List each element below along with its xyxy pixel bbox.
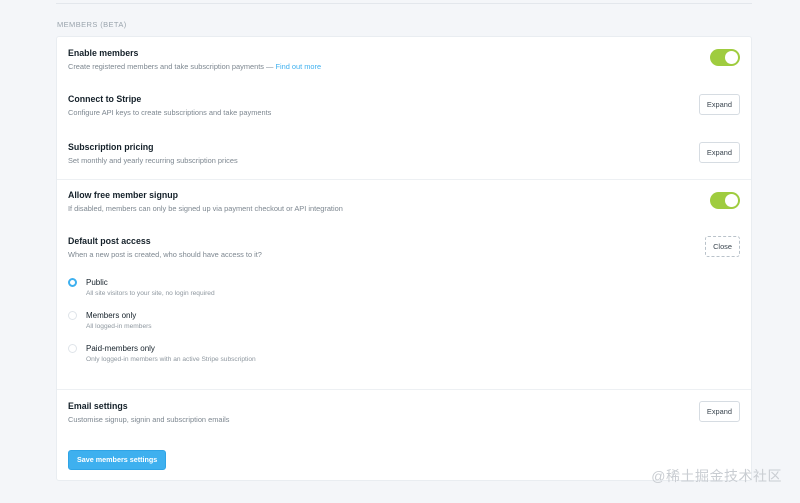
enable-members-toggle[interactable] xyxy=(710,49,740,66)
email-settings-desc: Customise signup, signin and subscriptio… xyxy=(68,415,230,424)
enable-members-row: Enable members Create registered members… xyxy=(68,48,740,71)
save-members-settings-button[interactable]: Save members settings xyxy=(68,450,167,470)
radio-label-members-only: Members only xyxy=(86,311,137,320)
default-post-access-title: Default post access xyxy=(68,236,151,246)
free-signup-title: Allow free member signup xyxy=(68,190,178,200)
free-signup-row: Allow free member signup If disabled, me… xyxy=(68,190,740,213)
pricing-expand-button[interactable]: Expand xyxy=(698,142,740,163)
radio-button-members-only[interactable] xyxy=(68,311,77,320)
enable-members-title: Enable members xyxy=(68,48,139,58)
email-expand-button[interactable]: Expand xyxy=(698,401,740,422)
section-title: MEMBERS (BETA) xyxy=(57,20,127,29)
find-out-more-link[interactable]: Find out more xyxy=(275,62,321,71)
radio-desc-members-only: All logged-in members xyxy=(86,323,152,330)
free-signup-desc: If disabled, members can only be signed … xyxy=(68,204,343,213)
connect-stripe-title: Connect to Stripe xyxy=(68,94,142,104)
toggle-knob xyxy=(725,51,738,64)
top-divider xyxy=(56,3,752,4)
watermark: @稀土掘金技术社区 xyxy=(651,468,782,484)
email-settings-row: Email settings Customise signup, signin … xyxy=(68,401,740,424)
radio-label-paid-members-only: Paid-members only xyxy=(86,344,155,353)
toggle-knob xyxy=(725,194,738,207)
connect-stripe-desc: Configure API keys to create subscriptio… xyxy=(68,108,272,117)
enable-members-desc-text: Create registered members and take subsc… xyxy=(68,62,276,71)
subscription-pricing-row: Subscription pricing Set monthly and yea… xyxy=(68,142,740,165)
connect-stripe-row: Connect to Stripe Configure API keys to … xyxy=(68,94,740,117)
radio-desc-paid-members-only: Only logged-in members with an active St… xyxy=(86,356,256,363)
section-divider xyxy=(57,179,751,180)
section-divider xyxy=(57,389,751,390)
radio-button-paid-members-only[interactable] xyxy=(68,344,77,353)
email-settings-title: Email settings xyxy=(68,401,128,411)
radio-desc-public: All site visitors to your site, no login… xyxy=(86,290,215,297)
subscription-pricing-title: Subscription pricing xyxy=(68,142,154,152)
radio-button-public[interactable] xyxy=(68,278,77,287)
stripe-expand-button[interactable]: Expand xyxy=(698,94,740,115)
post-access-close-button[interactable]: Close xyxy=(705,236,740,257)
free-signup-toggle[interactable] xyxy=(710,192,740,209)
subscription-pricing-desc: Set monthly and yearly recurring subscri… xyxy=(68,156,238,165)
post-access-options: Public All site visitors to your site, n… xyxy=(68,278,740,368)
default-post-access-row: Default post access When a new post is c… xyxy=(68,236,740,259)
enable-members-desc: Create registered members and take subsc… xyxy=(68,62,740,71)
default-post-access-desc: When a new post is created, who should h… xyxy=(68,250,262,259)
members-settings-card: Enable members Create registered members… xyxy=(56,36,752,481)
radio-label-public: Public xyxy=(86,278,108,287)
